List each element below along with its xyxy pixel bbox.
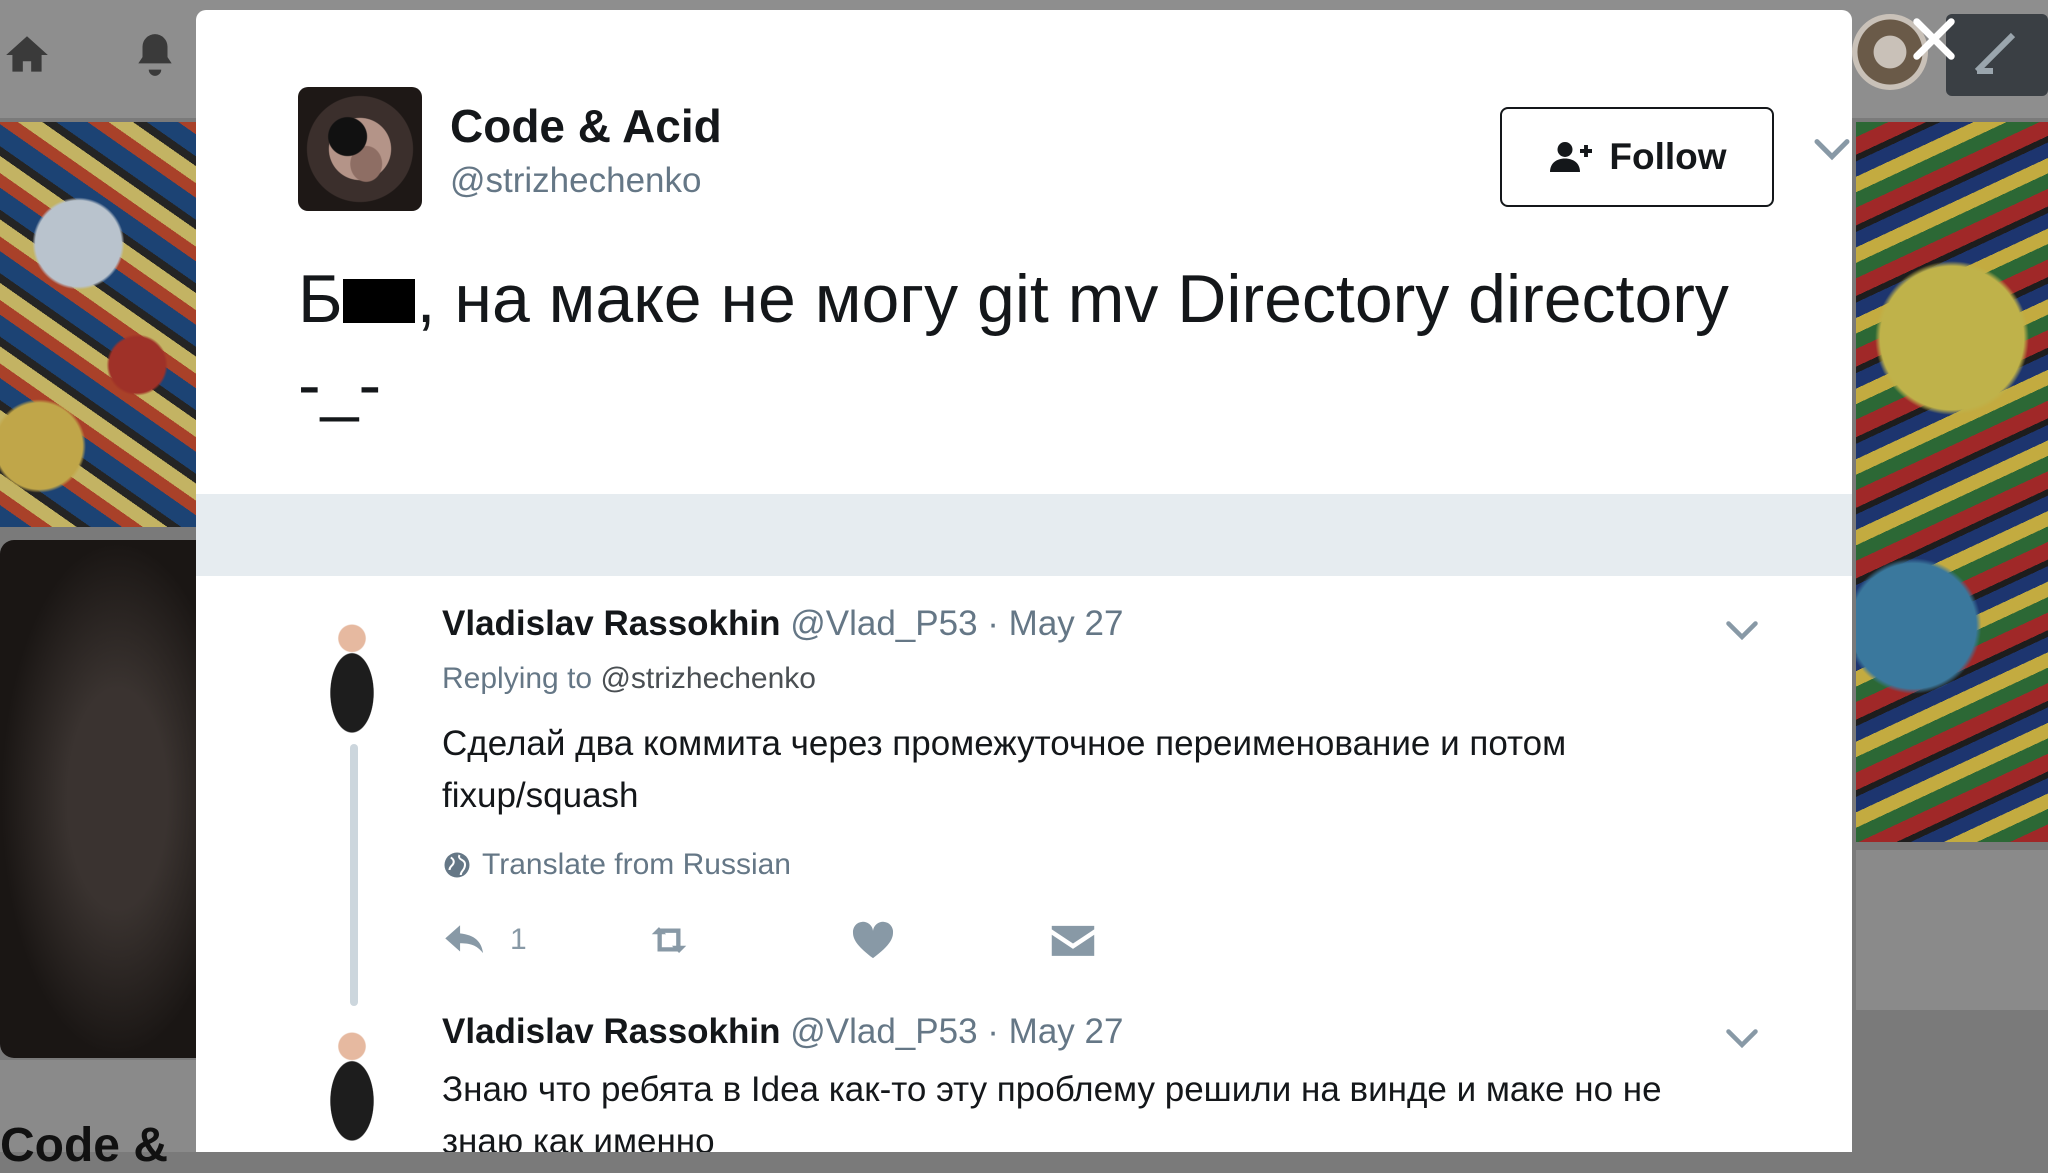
reply-author-name[interactable]: Vladislav Rassokhin	[442, 1012, 780, 1051]
reply-date[interactable]: May 27	[1009, 604, 1124, 643]
tweet-modal: Code & Acid @strizhechenko Follow Б , на …	[196, 10, 1852, 1152]
background-artwork	[1856, 122, 2048, 842]
background-profile-banner	[0, 122, 196, 527]
envelope-icon	[1051, 925, 1095, 956]
thread-connector-line	[350, 744, 358, 1006]
reply-actions: 1	[442, 920, 1142, 968]
reply-icon	[445, 925, 484, 954]
tweet-text-first: Б	[298, 261, 343, 337]
tweet-text: Б , на маке не могу git mv Directory dire…	[298, 256, 1778, 428]
tweet-header: Code & Acid @strizhechenko Follow	[298, 87, 1850, 211]
meta-separator: ·	[987, 604, 999, 643]
author-avatar[interactable]	[298, 87, 422, 211]
compose-icon	[1974, 32, 2016, 74]
add-user-icon	[1550, 142, 1593, 172]
direct-message-button[interactable]	[1050, 920, 1096, 960]
reply-count: 1	[510, 923, 527, 956]
tweet-text-line2: -_-	[298, 347, 382, 423]
replying-to: Replying to @strizhechenko	[442, 662, 816, 696]
chevron-down-icon[interactable]	[1724, 1026, 1760, 1052]
retweet-button[interactable]	[646, 920, 692, 960]
reply-text: Знаю что ребята в Idea как-то эту пробле…	[442, 1070, 1662, 1152]
reply-author-handle[interactable]: @Vlad_P53	[790, 1012, 977, 1051]
translate-label: Translate from Russian	[482, 848, 791, 881]
reply-author-name[interactable]: Vladislav Rassokhin	[442, 604, 780, 643]
background-profile-name: Code &	[0, 1119, 168, 1172]
replying-prefix: Replying to	[442, 662, 593, 695]
reply-text: Сделай два коммита через промежуточное п…	[442, 724, 1567, 815]
home-icon[interactable]	[2, 30, 52, 85]
tweet-text-rest: , на маке не могу git mv Directory direc…	[416, 261, 1729, 337]
reply-avatar[interactable]	[310, 616, 394, 740]
reply-author-handle[interactable]: @Vlad_P53	[790, 604, 977, 643]
notifications-bell-icon[interactable]	[130, 28, 180, 87]
retweet-icon	[651, 927, 687, 953]
redaction-block	[342, 279, 415, 324]
reply-date[interactable]: May 27	[1009, 1012, 1124, 1051]
chevron-down-icon[interactable]	[1724, 618, 1760, 644]
reply-meta: Vladislav Rassokhin @Vlad_P53 · May 27	[442, 1012, 1123, 1052]
meta-separator: ·	[987, 1012, 999, 1051]
background-profile-photo	[0, 540, 196, 1058]
reply-button[interactable]: 1	[442, 920, 527, 960]
follow-label: Follow	[1609, 136, 1727, 177]
follow-button[interactable]: Follow	[1500, 107, 1774, 207]
author-name[interactable]: Code & Acid	[450, 99, 722, 153]
author-handle[interactable]: @strizhechenko	[450, 161, 701, 201]
background-panel	[1856, 850, 2048, 1010]
reply-meta: Vladislav Rassokhin @Vlad_P53 · May 27	[442, 604, 1123, 644]
globe-icon	[444, 852, 470, 878]
replying-mention-link[interactable]: @strizhechenko	[600, 662, 816, 695]
translate-link[interactable]: Translate from Russian	[442, 848, 791, 882]
chevron-down-icon[interactable]	[1812, 135, 1852, 165]
close-modal-button[interactable]	[1902, 8, 1966, 72]
heart-icon	[852, 921, 894, 959]
reply-avatar[interactable]	[310, 1024, 394, 1148]
replies-divider	[196, 494, 1852, 576]
close-icon	[1913, 18, 1955, 60]
like-button[interactable]	[850, 920, 896, 960]
